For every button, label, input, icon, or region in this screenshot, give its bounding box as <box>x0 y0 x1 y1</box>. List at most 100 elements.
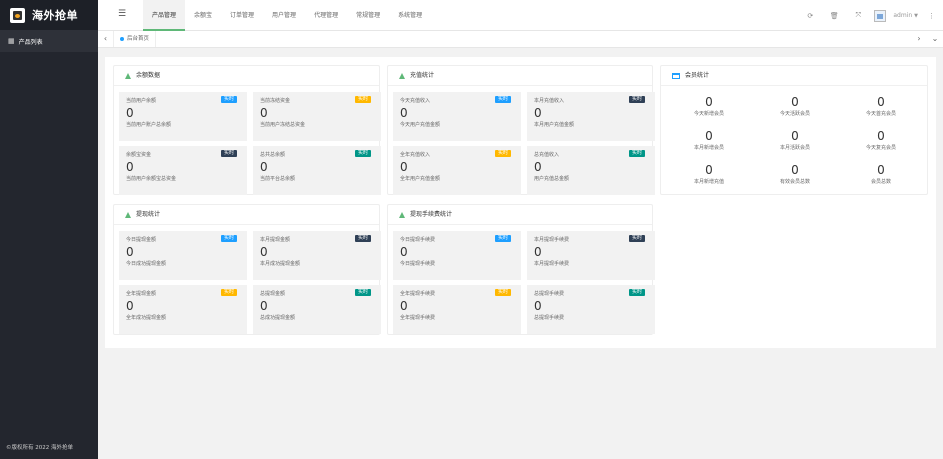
member-stat-label: 今天复充会员 <box>865 145 896 151</box>
stat-value: 0 <box>260 245 268 259</box>
stat-value: 0 <box>126 160 134 174</box>
member-stat-value: 0 <box>791 95 799 109</box>
tab-user-management[interactable]: 用户管理 <box>263 0 305 31</box>
stat-box: 实时 今日提现金额 0 今日成功提现金额 <box>119 231 247 280</box>
stat-value: 0 <box>126 299 134 313</box>
stat-box: 实时 总共总余额 0 当前平台总余额 <box>253 146 381 195</box>
tab-system-management[interactable]: 系统管理 <box>389 0 431 31</box>
warning-icon <box>125 211 131 218</box>
tab-home[interactable]: 后台首页 <box>114 31 157 47</box>
stat-desc: 全年用户充值金额 <box>400 176 441 182</box>
stat-desc: 全年成功提现金额 <box>126 315 167 321</box>
refresh-icon[interactable]: ⟳ <box>798 12 822 20</box>
warning-icon <box>399 72 405 79</box>
avatar[interactable] <box>874 9 887 22</box>
sidebar-item-label: 产品列表 <box>18 38 43 46</box>
stat-box: 实时 本月提现手续费 0 本月提现手续费 <box>527 231 655 280</box>
admin-username[interactable]: admin <box>893 12 912 19</box>
sidebar: 海外抢单 ▦ 产品列表 ©版权所有 2022 海外抢单 <box>0 0 98 459</box>
chevron-left-icon[interactable]: ‹ <box>98 31 114 47</box>
stat-value: 0 <box>534 106 542 120</box>
card-title: 充值统计 <box>410 71 435 79</box>
member-stat-value: 0 <box>791 163 799 177</box>
stat-desc: 用户充值总金额 <box>534 176 570 182</box>
stat-value: 0 <box>260 160 268 174</box>
stat-box: 实时 当前冻结资金 0 当前用户冻结总资金 <box>253 92 381 141</box>
top-nav: 产品管理 余额宝 订单管理 用户管理 代理管理 常规管理 系统管理 <box>143 0 431 31</box>
stat-box: 实时 总充值收入 0 用户充值总金额 <box>527 146 655 195</box>
recharge-card: 充值统计 实时 今天充值收入 0 今天用户充值金额 实时 本月充值收入 0 本月用户充值金额… <box>387 65 655 195</box>
stat-desc: 总提现手续费 <box>534 315 565 321</box>
fullscreen-icon[interactable]: ⤧ <box>846 11 870 20</box>
chevron-right-icon[interactable]: › <box>911 31 927 47</box>
stat-value: 0 <box>126 106 134 120</box>
realtime-badge: 实时 <box>354 96 371 103</box>
withdraw-fee-card: 提现手续费统计 实时 今日提现手续费 0 今日提现手续费 实时 本月提现手续费 0 本月提现… <box>387 204 655 335</box>
card-title: 余额数据 <box>136 71 161 79</box>
tab-yuebao[interactable]: 余额宝 <box>185 0 221 31</box>
member-card: 会员统计 0 今天新增会员 0 今天活跃会员 0 今天首充会员 0 本月新增会员 0 本月… <box>660 65 928 195</box>
member-stat: 0 今天首充会员 <box>838 96 924 117</box>
realtime-badge: 实时 <box>628 289 645 296</box>
realtime-badge: 实时 <box>220 150 237 157</box>
stat-box: 实时 本月充值收入 0 本月用户充值金额 <box>527 92 655 141</box>
card-header: 充值统计 <box>388 66 652 86</box>
dashboard-content: 余额数据 实时 当前用户余额 0 当前用户账户总余额 实时 当前冻结资金 0 当前用户冻结总… <box>105 57 936 348</box>
member-stat-label: 有效会员总数 <box>779 179 810 185</box>
stat-box: 实时 今日提现手续费 0 今日提现手续费 <box>393 231 521 280</box>
member-stat: 0 会员总数 <box>838 164 924 185</box>
stat-desc: 本月用户充值金额 <box>534 122 575 128</box>
card-title: 提现统计 <box>136 210 161 218</box>
realtime-badge: 实时 <box>354 235 371 242</box>
realtime-badge: 实时 <box>494 150 511 157</box>
tab-agent-management[interactable]: 代理管理 <box>305 0 347 31</box>
menu-toggle-icon[interactable]: ☰ <box>118 9 126 19</box>
stat-value: 0 <box>400 160 408 174</box>
logo[interactable]: 海外抢单 <box>0 0 98 30</box>
chevron-down-icon[interactable]: ⌄ <box>927 31 943 47</box>
chevron-down-icon[interactable]: ▼ <box>914 13 918 19</box>
stat-box: 实时 全年充值收入 0 全年用户充值金额 <box>393 146 521 195</box>
stat-desc: 全年提现手续费 <box>400 315 436 321</box>
stat-desc: 今日成功提现金额 <box>126 261 167 267</box>
stat-desc: 本月提现手续费 <box>534 261 570 267</box>
sidebar-item-product-list[interactable]: ▦ 产品列表 <box>0 30 98 52</box>
member-stat-label: 本月新增会员 <box>693 145 724 151</box>
stat-desc: 当前用户账户总余额 <box>126 122 172 128</box>
realtime-badge: 实时 <box>220 289 237 296</box>
card-header: 余额数据 <box>114 66 379 86</box>
member-stat-label: 今天活跃会员 <box>779 111 810 117</box>
member-stat-value: 0 <box>705 129 713 143</box>
member-stat-label: 本月活跃会员 <box>779 145 810 151</box>
card-header: 提现手续费统计 <box>388 205 652 225</box>
stat-value: 0 <box>400 106 408 120</box>
tab-product-management[interactable]: 产品管理 <box>143 0 186 31</box>
member-stat: 0 今天新增会员 <box>666 96 752 117</box>
stat-desc: 总成功提现金额 <box>260 315 296 321</box>
member-stat-value: 0 <box>877 163 885 177</box>
member-stat-label: 会员总数 <box>870 179 891 185</box>
stat-value: 0 <box>260 106 268 120</box>
member-stat-value: 0 <box>705 163 713 177</box>
warning-icon <box>125 72 131 79</box>
stat-desc: 当前用户冻结总资金 <box>260 122 306 128</box>
stat-desc: 本月成功提现金额 <box>260 261 301 267</box>
member-stat-value: 0 <box>791 129 799 143</box>
tab-bar-actions: › ⌄ <box>911 31 943 47</box>
realtime-badge: 实时 <box>628 150 645 157</box>
more-icon[interactable]: ⋮ <box>928 12 935 20</box>
stat-box: 实时 余额宝资金 0 当前用户余额宝总资金 <box>119 146 247 195</box>
realtime-badge: 实时 <box>628 96 645 103</box>
stat-box: 实时 总提现金额 0 总成功提现金额 <box>253 285 381 334</box>
top-header: ☰ 产品管理 余额宝 订单管理 用户管理 代理管理 常规管理 系统管理 ⟳ 🗑 … <box>98 0 943 31</box>
grid-icon: ▦ <box>8 37 15 45</box>
tab-general-management[interactable]: 常规管理 <box>347 0 389 31</box>
stat-box: 实时 今天充值收入 0 今天用户充值金额 <box>393 92 521 141</box>
trash-icon[interactable]: 🗑 <box>822 12 846 20</box>
tab-order-management[interactable]: 订单管理 <box>221 0 263 31</box>
realtime-badge: 实时 <box>628 235 645 242</box>
stat-value: 0 <box>534 160 542 174</box>
balance-card: 余额数据 实时 当前用户余额 0 当前用户账户总余额 实时 当前冻结资金 0 当前用户冻结总… <box>113 65 381 195</box>
realtime-badge: 实时 <box>494 289 511 296</box>
warning-icon <box>399 211 405 218</box>
